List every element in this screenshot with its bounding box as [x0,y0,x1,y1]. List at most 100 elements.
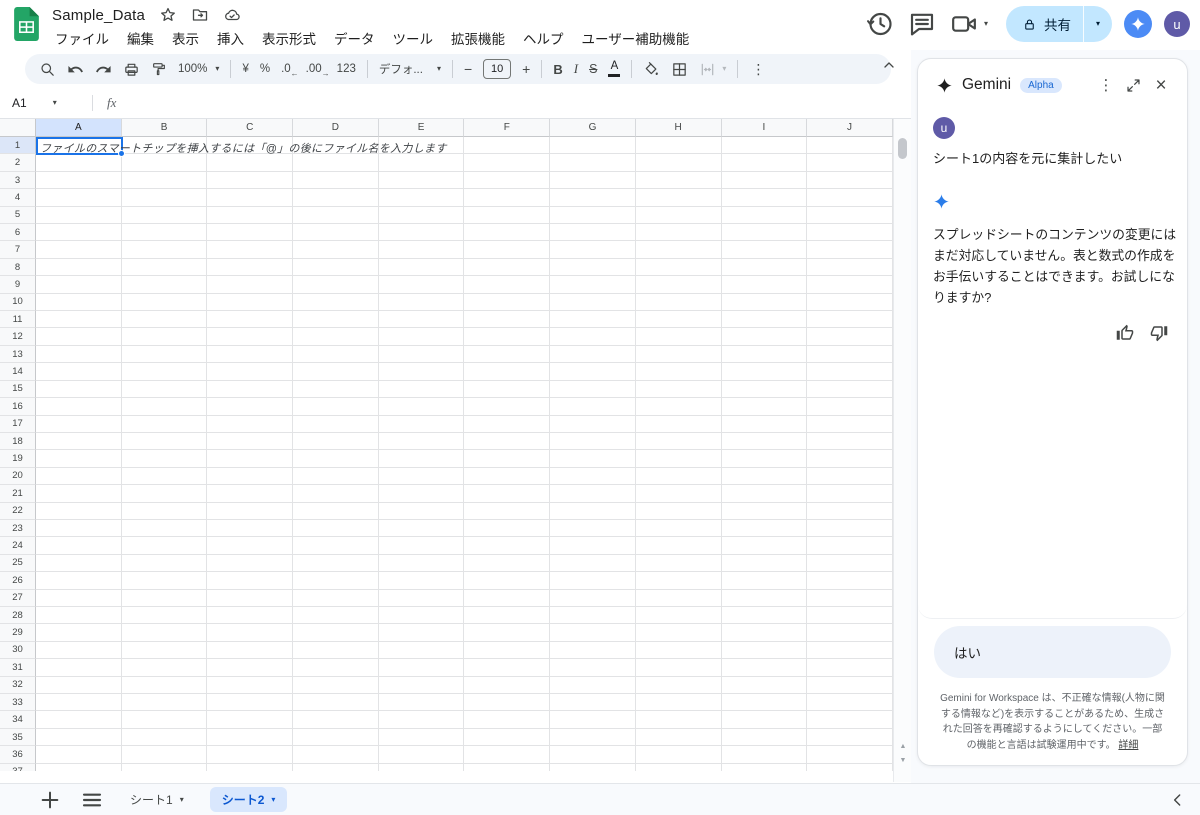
cell-B10[interactable] [121,293,208,312]
cell-F12[interactable] [464,328,551,346]
cell-A19[interactable] [36,450,122,468]
row-header-25[interactable]: 25 [0,554,36,573]
cell-A7[interactable] [36,241,122,259]
cell-I15[interactable] [721,380,808,399]
cell-C3[interactable] [207,171,294,190]
row-header-36[interactable]: 36 [0,746,36,764]
column-header-G[interactable]: G [550,119,636,137]
cell-D33[interactable] [293,694,379,712]
share-button[interactable]: 共有 ▾ [1005,6,1112,42]
cell-B22[interactable] [121,502,208,520]
cell-C6[interactable] [207,224,294,242]
row-header-24[interactable]: 24 [0,537,36,555]
cell-F28[interactable] [464,606,551,625]
cell-J17[interactable] [807,415,893,433]
cell-B8[interactable] [121,258,208,277]
cell-J29[interactable] [807,624,893,642]
cell-B27[interactable] [121,589,208,607]
cell-J18[interactable] [807,432,893,451]
thumbs-down-icon[interactable] [1150,324,1168,342]
cell-I3[interactable] [721,171,808,190]
cell-D31[interactable] [293,659,379,677]
cell-E4[interactable] [378,189,465,207]
cell-D23[interactable] [293,519,379,538]
cell-B32[interactable] [121,676,208,694]
gemini-menu-icon[interactable]: ⋮ [1096,75,1116,95]
cell-C5[interactable] [207,206,294,225]
cell-E9[interactable] [378,276,465,294]
user-avatar[interactable]: u [1164,11,1190,37]
cell-G23[interactable] [550,519,636,538]
cell-A22[interactable] [36,502,122,520]
cell-F20[interactable] [464,467,551,486]
row-header-16[interactable]: 16 [0,398,36,416]
cell-B15[interactable] [121,380,208,399]
cell-C33[interactable] [207,694,294,712]
cell-F6[interactable] [464,224,551,242]
cell-G6[interactable] [550,224,636,242]
cell-E8[interactable] [378,258,465,277]
cell-G3[interactable] [550,171,636,190]
cell-G29[interactable] [550,624,636,642]
cell-G21[interactable] [550,485,636,503]
cell-H17[interactable] [635,415,722,433]
row-header-5[interactable]: 5 [0,206,36,225]
cell-H28[interactable] [635,606,722,625]
cell-D28[interactable] [293,606,379,625]
menu-item-表示形式[interactable]: 表示形式 [253,26,325,50]
cell-D10[interactable] [293,293,379,312]
cell-I37[interactable] [722,763,808,771]
cell-B11[interactable] [121,311,208,329]
cell-A14[interactable] [36,363,122,381]
row-header-30[interactable]: 30 [0,641,36,660]
cell-I9[interactable] [721,276,808,294]
cell-D16[interactable] [293,398,379,416]
cell-C2[interactable] [207,154,294,172]
cell-D21[interactable] [293,485,379,503]
cell-H1[interactable] [635,137,722,155]
cell-E19[interactable] [378,450,465,468]
cell-J35[interactable] [807,728,893,747]
cell-H3[interactable] [635,171,722,190]
cell-A32[interactable] [36,676,122,694]
cell-J11[interactable] [807,311,893,329]
increase-decimal-button[interactable]: .00 → [306,63,330,78]
cell-E20[interactable] [378,467,465,486]
cell-I5[interactable] [721,206,808,225]
cell-C7[interactable] [207,241,294,259]
cell-I8[interactable] [721,258,808,277]
cell-J7[interactable] [807,241,893,259]
cell-H16[interactable] [635,398,722,416]
cell-I28[interactable] [721,606,808,625]
cell-J23[interactable] [807,519,893,538]
cell-H24[interactable] [635,537,722,555]
cell-D35[interactable] [293,728,379,747]
cell-A28[interactable] [36,606,122,625]
column-header-A[interactable]: A [36,119,122,137]
cell-B28[interactable] [121,606,208,625]
cell-G33[interactable] [550,694,636,712]
cell-E28[interactable] [378,606,465,625]
cell-D18[interactable] [293,432,379,451]
cell-I35[interactable] [721,728,808,747]
row-header-32[interactable]: 32 [0,676,36,694]
row-header-4[interactable]: 4 [0,189,36,207]
more-toolbar-button[interactable]: ⋮ [751,61,765,78]
cell-C17[interactable] [207,415,294,433]
row-header-3[interactable]: 3 [0,171,36,190]
cell-H18[interactable] [635,432,722,451]
cell-D22[interactable] [293,502,379,520]
cell-G7[interactable] [550,241,636,259]
cell-D7[interactable] [293,241,379,259]
cell-C25[interactable] [207,554,294,573]
cell-A4[interactable] [36,189,122,207]
cell-B19[interactable] [121,450,208,468]
cell-F35[interactable] [464,728,551,747]
cell-C18[interactable] [207,432,294,451]
cell-H21[interactable] [635,485,722,503]
column-header-F[interactable]: F [464,119,551,137]
cell-G10[interactable] [550,293,636,312]
cell-F32[interactable] [464,676,551,694]
share-dropdown[interactable]: ▾ [1084,6,1112,42]
cell-H13[interactable] [635,345,722,364]
